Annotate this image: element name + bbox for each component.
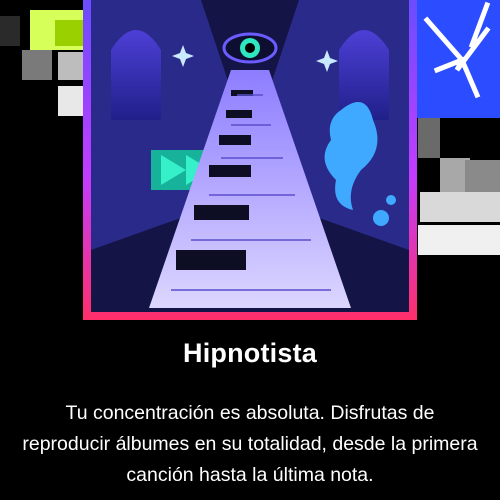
piano-stair-illustration bbox=[91, 0, 409, 312]
card-title: Hipnotista bbox=[183, 338, 317, 368]
hypnotist-artwork bbox=[91, 0, 409, 312]
album-artwork-frame bbox=[83, 0, 417, 320]
card-description: Tu concentración es absoluta. Disfrutas … bbox=[22, 402, 478, 486]
